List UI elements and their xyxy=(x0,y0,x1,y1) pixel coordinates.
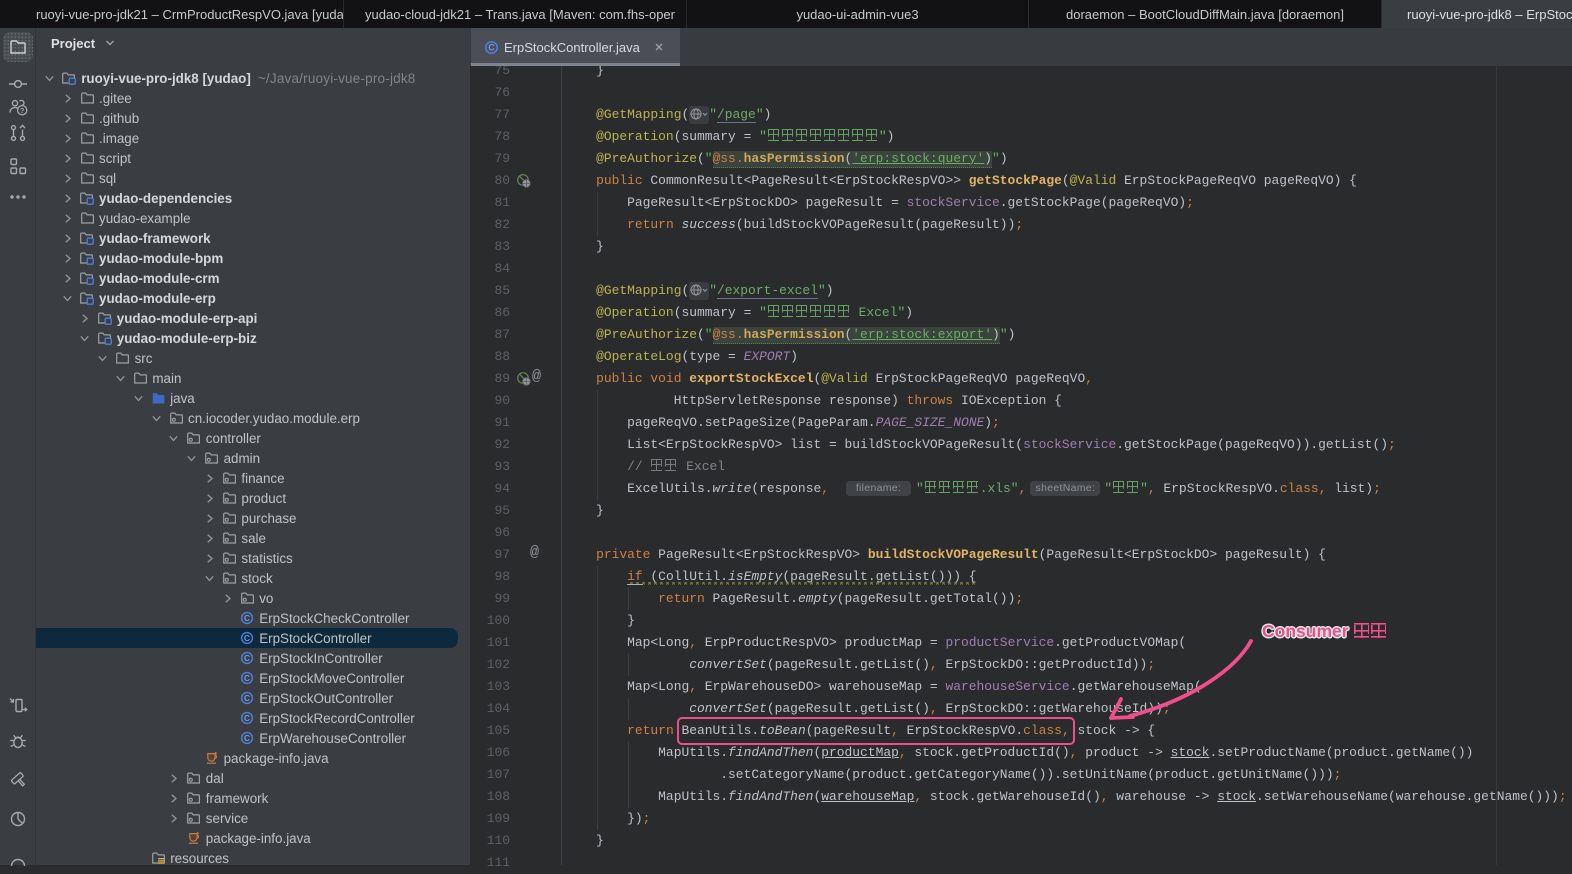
svg-text:?: ? xyxy=(19,106,24,115)
svg-text:C: C xyxy=(488,42,495,52)
svg-text:C: C xyxy=(244,653,250,663)
svg-text:C: C xyxy=(244,613,250,623)
svg-text:C: C xyxy=(244,733,250,743)
svg-text:C: C xyxy=(244,713,250,723)
svg-text:C: C xyxy=(244,693,250,703)
svg-text:C: C xyxy=(244,673,250,683)
svg-text:C: C xyxy=(244,633,250,643)
